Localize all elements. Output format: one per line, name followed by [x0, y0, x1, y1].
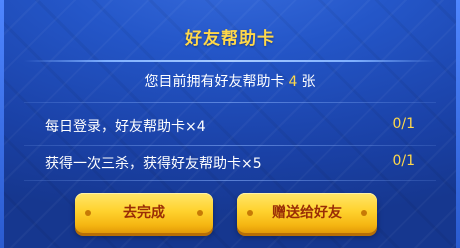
row-divider: [24, 180, 436, 181]
dialog-title: 好友帮助卡: [185, 29, 275, 49]
owned-suffix: 张: [301, 74, 316, 90]
owned-count: 4: [288, 74, 298, 90]
title-divider: [24, 60, 436, 62]
go-complete-button[interactable]: 去完成: [75, 193, 213, 233]
task-row: 获得一次三杀，获得好友帮助卡×5 0/1: [45, 153, 415, 177]
button-dot-icon: [361, 210, 367, 216]
help-card-dialog: 好友帮助卡 您目前拥有好友帮助卡 4 张 每日登录，好友帮助卡×4 0/1 获得一次…: [0, 0, 460, 248]
gift-to-friend-button[interactable]: 赠送给好友: [237, 193, 377, 233]
row-divider: [24, 145, 436, 146]
gift-to-friend-label: 赠送给好友: [272, 205, 342, 221]
task-progress: 0/1: [392, 116, 415, 132]
go-complete-label: 去完成: [123, 205, 165, 221]
owned-prefix: 您目前拥有好友帮助卡: [144, 74, 285, 90]
task-label: 获得一次三杀，获得好友帮助卡×5: [45, 156, 262, 172]
task-row: 每日登录，好友帮助卡×4 0/1: [45, 116, 415, 140]
owned-count-text: 您目前拥有好友帮助卡 4 张: [0, 71, 460, 91]
button-dot-icon: [247, 210, 253, 216]
task-label: 每日登录，好友帮助卡×4: [45, 119, 206, 135]
row-divider: [24, 102, 436, 103]
task-progress: 0/1: [392, 153, 415, 169]
button-dot-icon: [85, 210, 91, 216]
button-dot-icon: [197, 210, 203, 216]
